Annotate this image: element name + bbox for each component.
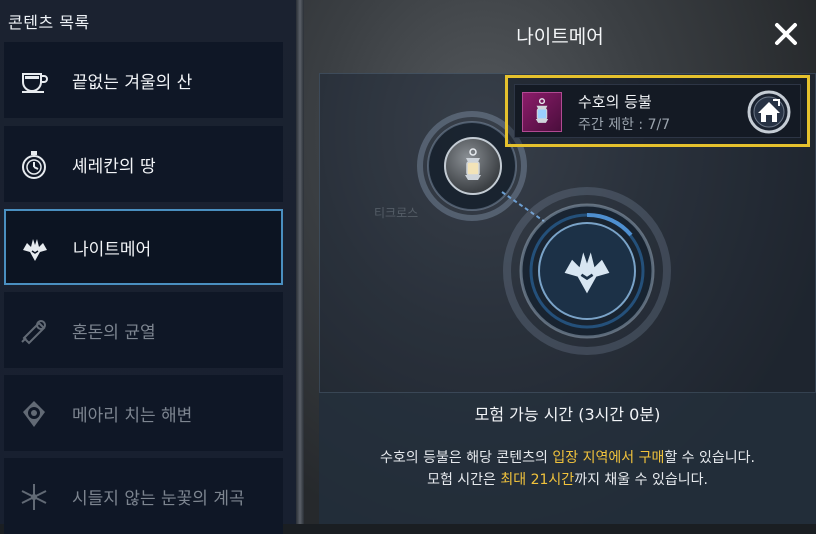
content-item-label: 혼돈의 균열 [72,322,156,343]
info-line-2-end: 까지 채울 수 있습니다. [574,472,708,488]
content-item-snowflake-valley[interactable]: 시들지 않는 눈꽃의 계곡 [4,458,283,534]
nightmare-dialog: 나이트메어 티크로스 수호의 등불 주간 제한: 7/7 모험 가능 시간 (… [304,0,816,524]
info-line-1-end: 할 수 있습니다. [664,450,755,466]
teacup-icon [19,66,49,96]
reward-thumbnail [522,92,562,132]
info-line-1: 수호의 등불은 해당 콘텐츠의 입장 지역에서 구매할 수 있습니다. [319,447,816,469]
reward-highlight-frame: 수호의 등불 주간 제한 : 7/7 [505,75,810,147]
reward-weekly-limit: 주간 제한 : 7/7 [578,117,671,133]
info-line-2: 모험 시간은 최대 21시간까지 채울 수 있습니다. [319,469,816,491]
lantern-icon [465,148,481,180]
reward-name: 수호의 등불 [578,93,652,111]
stopwatch-icon [19,150,49,180]
content-item-label: 메아리 치는 해변 [72,405,193,426]
info-line-1-highlight-area: 입장 지역에서 [552,450,635,466]
content-item-endless-winter-mountain[interactable]: 끝없는 겨울의 산 [4,42,283,118]
info-line-2-text: 모험 시간은 [427,472,501,488]
dialog-title: 나이트메어 [516,26,604,48]
info-line-1-text: 수호의 등불은 해당 콘텐츠의 [380,450,553,466]
reward-item-card[interactable]: 수호의 등불 주간 제한 : 7/7 [514,84,801,138]
adventure-time-title: 모험 가능 시간 (3시간 0분) [474,405,661,424]
content-item-label: 시들지 않는 눈꽃의 계곡 [72,488,245,509]
nightmare-icon [20,234,50,264]
content-item-nightmare[interactable]: 나이트메어 [4,209,283,285]
home-arrow-icon [747,90,791,134]
info-description: 수호의 등불은 해당 콘텐츠의 입장 지역에서 구매할 수 있습니다. 모험 시… [319,447,816,491]
content-item-sherekan-land[interactable]: 셰레칸의 땅 [4,126,283,202]
compass-icon [19,399,49,429]
reward-shortcut-button[interactable] [747,90,791,134]
nightmare-node[interactable] [551,235,623,307]
lantern-icon [535,98,549,123]
content-list-panel: 콘텐츠 목록 끝없는 겨울의 산 셰레칸의 땅 나이트메어 혼돈의 균열 메아리… [0,0,300,534]
close-button[interactable] [770,18,802,50]
info-panel: 모험 가능 시간 (3시간 0분) 수호의 등불은 해당 콘텐츠의 입장 지역에… [319,393,816,524]
content-item-label: 나이트메어 [73,239,152,260]
content-item-label: 끝없는 겨울의 산 [72,72,193,93]
content-list-title: 콘텐츠 목록 [8,13,90,32]
scroll-icon [19,316,49,346]
content-item-chaos-rift[interactable]: 혼돈의 균열 [4,292,283,368]
content-item-echoing-beach[interactable]: 메아리 치는 해변 [4,375,283,451]
content-item-label: 셰레칸의 땅 [72,156,156,177]
snowflake-icon [19,482,49,512]
nightmare-emblem-icon [564,252,610,294]
info-line-2-highlight: 최대 21시간 [500,472,575,488]
lantern-node[interactable] [444,137,502,195]
info-line-1-highlight-purchase: 구매 [638,450,665,466]
panel-divider [296,0,304,524]
close-icon [775,23,797,45]
